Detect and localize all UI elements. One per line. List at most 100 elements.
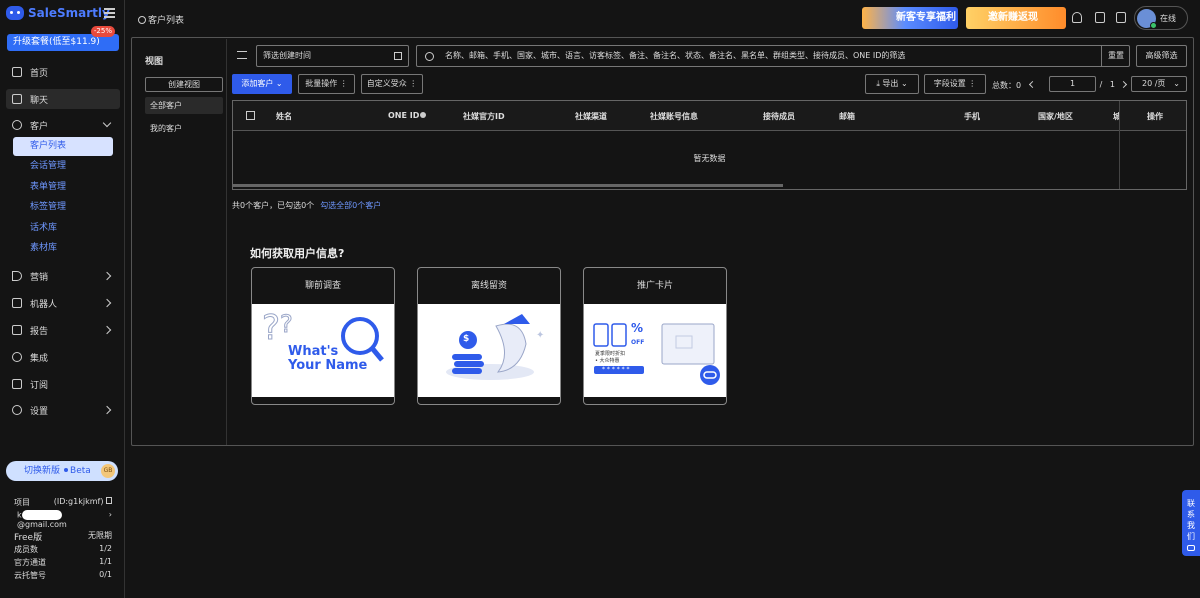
- switch-new-version-button[interactable]: 切换新版 Beta GB: [6, 461, 118, 481]
- user-icon: [12, 120, 22, 130]
- card-title: 聊前调查: [304, 281, 341, 291]
- chevron-right-icon: ›: [108, 510, 112, 519]
- select-all-checkbox[interactable]: [246, 111, 255, 120]
- custom-audience-button[interactable]: 自定义受众 ⋮: [361, 74, 423, 94]
- sub-script-library[interactable]: 话术库: [13, 219, 113, 238]
- contact-us-button[interactable]: 联系我们: [1182, 490, 1200, 556]
- card-tag2: • 大众特惠: [595, 358, 620, 364]
- advanced-filter-button[interactable]: 高级筛选: [1136, 45, 1187, 67]
- beta-dot-icon: [64, 468, 69, 472]
- email-suffix: @gmail.com: [17, 520, 67, 529]
- nav-subscription-label: 订阅: [30, 380, 49, 391]
- pre-chat-survey-card[interactable]: 聊前调查 ? ? What's Your Name: [251, 267, 395, 405]
- column-header: 社媒渠道: [575, 112, 607, 121]
- stat-label: 成员数: [14, 545, 38, 554]
- nav-settings[interactable]: 设置: [6, 400, 120, 420]
- view-item-all[interactable]: 全部客户: [145, 97, 223, 114]
- add-customer-button[interactable]: 添加客户 ⌄: [232, 74, 292, 94]
- export-label: 导出: [882, 79, 899, 88]
- brand-logo[interactable]: SaleSmartly: [6, 6, 110, 20]
- chevron-right-icon: [102, 405, 112, 415]
- export-button[interactable]: ⤓ 导出 ⌄: [865, 74, 919, 94]
- nav-home[interactable]: 首页: [6, 62, 120, 82]
- page-size-select[interactable]: 20 /页 ⌄: [1131, 76, 1187, 92]
- prev-page-icon[interactable]: [1028, 80, 1037, 89]
- more-icon: ⋮: [409, 79, 418, 88]
- date-filter-placeholder: 筛选创建时间: [263, 51, 311, 60]
- pre-chat-survey-illustration: ? ? What's Your Name: [252, 304, 394, 397]
- view-item-mine[interactable]: 我的客户: [145, 120, 223, 137]
- select-all-link[interactable]: 勾选全部0个客户: [320, 201, 381, 210]
- menu-toggle-icon[interactable]: [104, 8, 115, 18]
- sub-session-management[interactable]: 会话管理: [13, 157, 113, 176]
- email-row[interactable]: k@gmail.com ›: [14, 510, 112, 529]
- bell-icon[interactable]: [1072, 12, 1082, 23]
- nav-marketing[interactable]: 营销: [6, 266, 120, 286]
- column-header: 国家/地区: [1038, 112, 1073, 121]
- upgrade-button[interactable]: 升级套餐(低至$11.9) -25%: [7, 26, 119, 51]
- project-row: 项目 (ID:g1kjkmf): [14, 497, 112, 508]
- stat-value: 1/1: [99, 557, 112, 566]
- beta-label: 切换新版: [24, 466, 61, 476]
- sub-tag-management[interactable]: 标签管理: [13, 198, 113, 217]
- filter-toggle-icon[interactable]: [237, 51, 247, 59]
- offline-lead-card[interactable]: 离线留资 ✦ $: [417, 267, 561, 405]
- field-settings-button[interactable]: 字段设置 ⋮: [924, 74, 986, 94]
- page-sep: /: [1099, 80, 1103, 89]
- clipboard-icon[interactable]: [1095, 12, 1105, 23]
- nav-report[interactable]: 报告: [6, 320, 120, 340]
- search-input[interactable]: 名称、邮箱、手机、国家、城市、语言、访客标签、备注、备注名、状态、备注名、黑名单…: [416, 45, 1130, 67]
- next-page-icon[interactable]: [1119, 80, 1128, 89]
- empty-state: 暂无数据: [693, 154, 726, 163]
- report-icon: [12, 325, 22, 335]
- calendar-icon: [394, 52, 402, 60]
- coin-icon: GB: [101, 464, 115, 478]
- create-view-button[interactable]: 创建视图: [145, 77, 223, 92]
- info-icon[interactable]: [420, 112, 427, 118]
- column-header: 邮箱: [839, 112, 855, 121]
- sidebar: SaleSmartly 升级套餐(低至$11.9) -25% 首页 聊天 客户 …: [0, 0, 125, 598]
- custom-audience-label: 自定义受众: [366, 79, 407, 88]
- total-label: 总数：: [992, 81, 1016, 90]
- reset-button[interactable]: 重置: [1101, 46, 1124, 66]
- sub-material-library[interactable]: 素材库: [13, 239, 113, 258]
- referral-promo-banner[interactable]: 邀新赚返现: [966, 7, 1066, 29]
- date-filter-input[interactable]: 筛选创建时间: [256, 45, 409, 67]
- nav-robot[interactable]: 机器人: [6, 293, 120, 313]
- card-title: 推广卡片: [636, 281, 673, 291]
- batch-action-button[interactable]: 批量操作 ⋮: [298, 74, 355, 94]
- integration-icon: [12, 352, 22, 362]
- horizontal-scrollbar[interactable]: [233, 184, 783, 187]
- promo-card-card[interactable]: 推广卡片 % OFF 夏季限时折扣 • 大众特惠 * * * * * *: [583, 267, 727, 405]
- nav-settings-label: 设置: [30, 406, 49, 417]
- robot-logo-icon: [6, 6, 24, 20]
- nav-chat[interactable]: 聊天: [6, 89, 120, 109]
- stat-label: 云托管号: [14, 571, 46, 580]
- chat-icon: [12, 94, 22, 104]
- status-selector[interactable]: 在线: [1134, 6, 1188, 30]
- card-stars: * * * * * *: [602, 366, 630, 373]
- card-off-label: OFF: [631, 339, 645, 346]
- nav-marketing-label: 营销: [30, 272, 49, 283]
- summary-text: 共0个客户，已勾选0个: [232, 201, 315, 210]
- nav-integration[interactable]: 集成: [6, 347, 120, 367]
- selection-summary: 共0个客户，已勾选0个 勾选全部0个客户: [232, 200, 381, 211]
- coin-icon: $: [463, 334, 470, 344]
- sub-form-management[interactable]: 表单管理: [13, 178, 113, 197]
- upgrade-label: 升级套餐(低至$11.9): [13, 37, 100, 47]
- chevron-right-icon: [102, 298, 112, 308]
- sub-customer-list[interactable]: 客户列表: [13, 137, 113, 156]
- nav-subscription[interactable]: 订阅: [6, 374, 120, 394]
- nav-customer[interactable]: 客户: [6, 115, 120, 135]
- new-customer-promo-banner[interactable]: 新客专享福利: [862, 7, 958, 29]
- search-icon: [425, 52, 434, 61]
- copy-icon[interactable]: [106, 497, 112, 504]
- help-icon[interactable]: [1116, 12, 1126, 23]
- nav-robot-label: 机器人: [30, 299, 58, 310]
- batch-action-label: 批量操作: [305, 79, 338, 88]
- column-header: ONE ID: [388, 111, 427, 120]
- promo-card-illustration: % OFF 夏季限时折扣 • 大众特惠 * * * * * *: [584, 304, 726, 397]
- column-header: 接待成员: [763, 112, 795, 121]
- column-header: 姓名: [276, 112, 292, 121]
- column-header: 操作: [1147, 112, 1163, 121]
